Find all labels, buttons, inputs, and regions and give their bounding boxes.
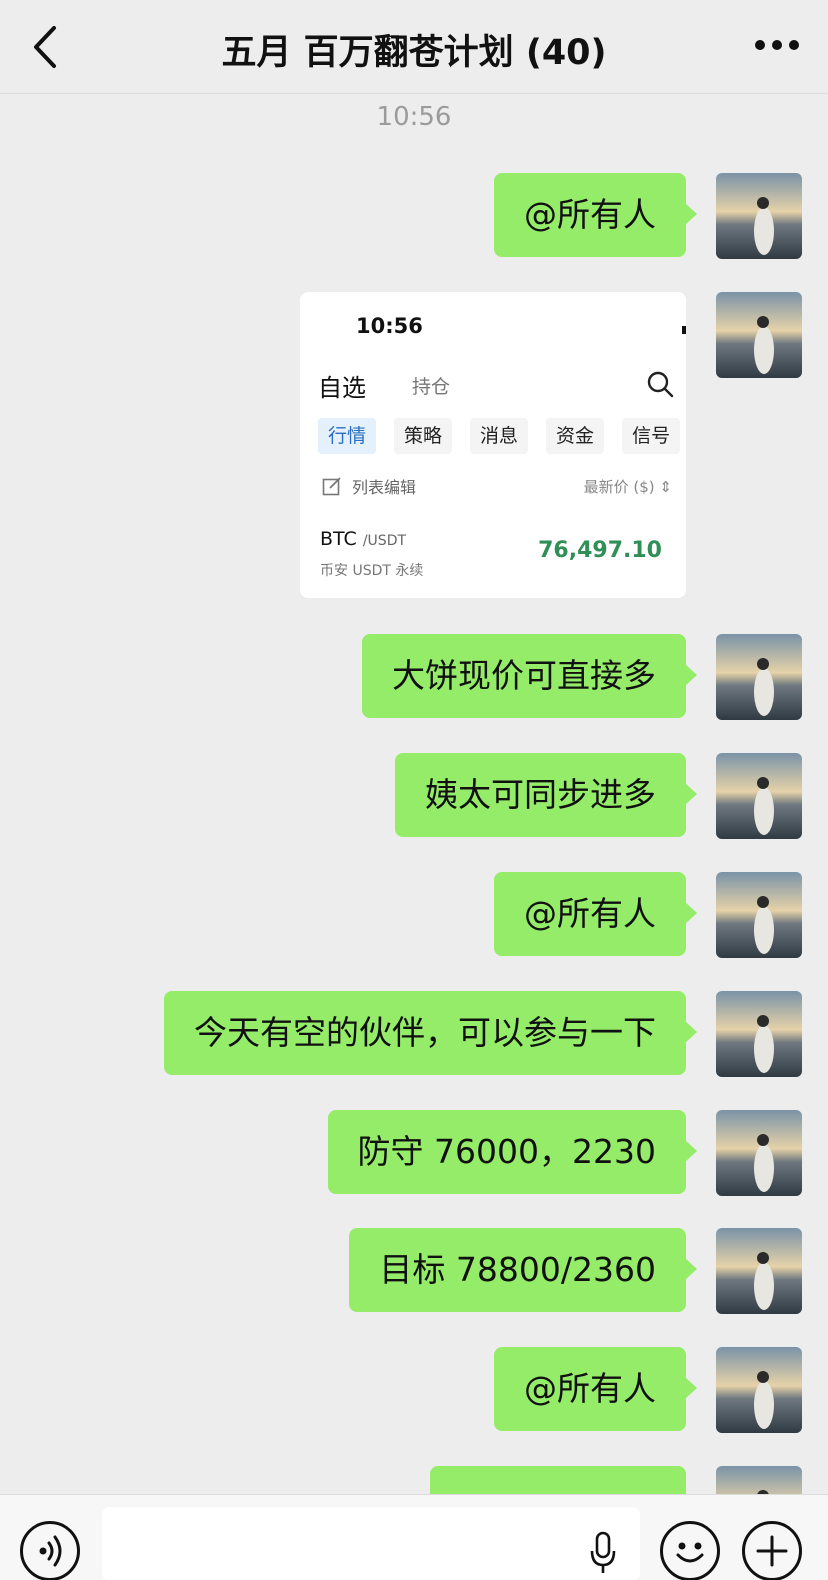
pair-symbol: BTC /USDT [320,528,406,550]
plus-button[interactable] [742,1521,802,1580]
message-bubble[interactable]: @所有人 [494,872,697,956]
avatar[interactable] [716,173,802,259]
list-edit: 列表编辑 [322,474,416,498]
screenshot-status-time: 10:56 [356,314,423,338]
microphone-icon[interactable] [588,1531,618,1575]
avatar[interactable] [716,1110,802,1196]
avatar[interactable] [716,292,802,378]
avatar[interactable] [716,1347,802,1433]
chat-title: 五月 百万翻苍计划 (40) [221,33,607,73]
subtab-funds: 资金 [546,418,605,454]
back-button[interactable] [22,22,72,72]
avatar[interactable] [716,1466,802,1494]
status-indicator [682,326,686,334]
avatar[interactable] [716,634,802,720]
voice-icon [39,1535,62,1567]
edit-icon [322,477,341,496]
message-bubble[interactable]: 目标 78800/2360 [349,1228,697,1312]
message-bubble[interactable]: 大饼现价可直接多 [362,634,697,718]
chevron-left-icon [34,26,56,68]
more-button[interactable] [752,30,802,60]
pair-price: 76,497.10 [538,538,662,563]
message-bubble[interactable]: 姨太可同步进多 [395,753,697,837]
message-bubble-partial[interactable] [430,1466,686,1494]
screenshot-tab-watchlist: 自选 [318,374,366,402]
emoji-button[interactable] [660,1521,720,1580]
ellipsis-icon [755,40,799,50]
message-bubble[interactable]: 今天有空的伙伴，可以参与一下 [164,991,697,1075]
chat-timestamp: 10:56 [376,102,452,132]
image-message[interactable]: 10:56 自选 持仓 行情 策略 消息 资金 信号 列表编辑 最新价 ($) … [300,292,686,598]
pair-market: 币安 USDT 永续 [320,563,424,579]
voice-button[interactable] [20,1521,80,1580]
symbol-quote: /USDT [362,533,407,549]
message-bubble[interactable]: 防守 76000，2230 [327,1110,698,1194]
avatar[interactable] [716,872,802,958]
message-bubble[interactable]: @所有人 [494,173,697,257]
chat-header: 五月 百万翻苍计划 (40) [0,0,828,94]
message-input[interactable] [102,1507,640,1580]
subtab-strategy: 策略 [394,418,453,454]
list-edit-label: 列表编辑 [352,478,417,497]
symbol: BTC [320,528,357,550]
message-bubble[interactable]: @所有人 [494,1347,697,1431]
screenshot-subtabs: 行情 策略 消息 资金 信号 [318,418,681,454]
search-icon [647,371,674,398]
plus-icon [756,1535,788,1567]
subtab-signals: 信号 [622,418,681,454]
emoji-icon [676,1542,704,1563]
avatar[interactable] [716,1228,802,1314]
price-column-header: 最新价 ($) ⇕ [583,478,672,496]
subtab-news: 消息 [470,418,529,454]
screenshot-tab-positions: 持仓 [412,376,451,398]
avatar[interactable] [716,991,802,1077]
subtab-market: 行情 [318,418,377,454]
chat-area[interactable]: 10:56 @所有人 10:56 自选 持仓 行情 策略 消息 资金 信号 列表… [0,94,828,1494]
input-bar [0,1494,828,1580]
avatar[interactable] [716,753,802,839]
